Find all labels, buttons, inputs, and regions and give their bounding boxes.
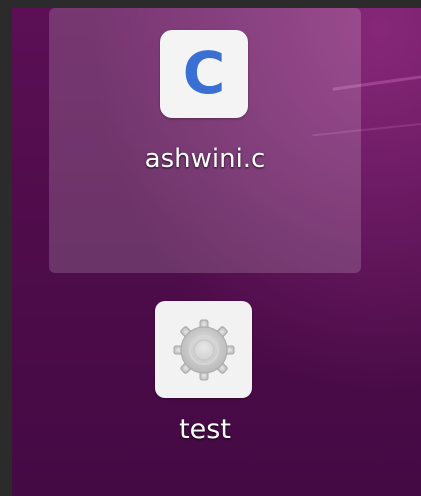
- executable-gear-icon[interactable]: [155, 301, 252, 398]
- screenshot-frame: C ashwini.c test: [0, 0, 421, 496]
- c-letter-glyph: C: [182, 39, 226, 107]
- c-source-file-icon[interactable]: C: [160, 30, 248, 118]
- desktop-item-label[interactable]: test: [49, 414, 361, 445]
- desktop-item-label[interactable]: ashwini.c: [49, 144, 361, 174]
- gear-icon: [173, 319, 234, 380]
- desktop-background[interactable]: C ashwini.c test: [12, 8, 421, 496]
